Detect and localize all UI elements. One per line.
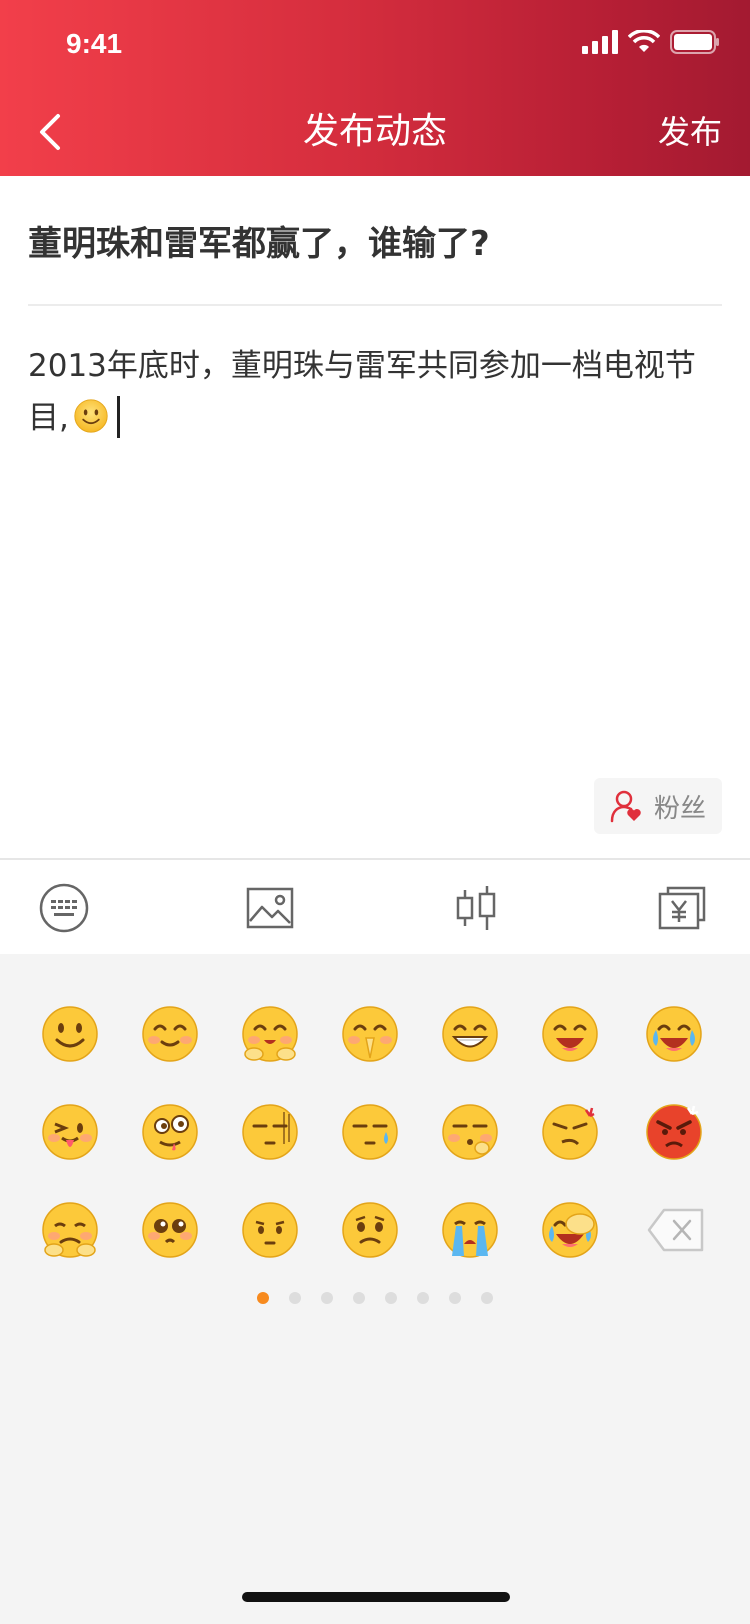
emoji-panel bbox=[0, 954, 750, 1624]
stock-button[interactable] bbox=[446, 880, 506, 936]
page-dot[interactable] bbox=[385, 1292, 397, 1304]
smirk-angry-emoji-icon[interactable] bbox=[540, 1102, 600, 1162]
image-icon bbox=[246, 887, 294, 929]
keyboard-icon bbox=[39, 883, 89, 933]
page-dot[interactable] bbox=[289, 1292, 301, 1304]
angry-emoji-icon[interactable] bbox=[644, 1102, 704, 1162]
post-title-input[interactable]: 董明珠和雷军都赢了，谁输了? bbox=[28, 216, 490, 265]
text-caret bbox=[116, 396, 120, 438]
tongue-wink-emoji-icon[interactable] bbox=[40, 1102, 100, 1162]
status-icons bbox=[582, 29, 720, 58]
pray-emoji-icon[interactable] bbox=[340, 1004, 400, 1064]
page-dot[interactable] bbox=[321, 1292, 333, 1304]
page-dot[interactable] bbox=[353, 1292, 365, 1304]
home-indicator bbox=[242, 1592, 510, 1602]
smile-emoji-icon bbox=[73, 398, 109, 434]
yen-card-icon bbox=[658, 886, 706, 930]
drool-emoji-icon[interactable] bbox=[140, 1102, 200, 1162]
delete-emoji-button[interactable] bbox=[646, 1200, 706, 1260]
facepalm-emoji-icon[interactable] bbox=[540, 1200, 600, 1260]
user-heart-icon bbox=[610, 790, 641, 823]
post-body-text: 2013年底时，董明珠与雷军共同参加一档电视节目, bbox=[28, 348, 696, 436]
reward-button[interactable] bbox=[652, 880, 712, 936]
tears-of-joy-emoji-icon[interactable] bbox=[644, 1004, 704, 1064]
post-body-input[interactable]: 2013年底时，董明珠与雷军共同参加一档电视节目, bbox=[28, 340, 728, 444]
shush-emoji-icon[interactable] bbox=[440, 1102, 500, 1162]
image-button[interactable] bbox=[240, 880, 300, 936]
wifi-icon bbox=[627, 29, 661, 58]
page-dot[interactable] bbox=[481, 1292, 493, 1304]
publish-button[interactable]: 发布 bbox=[658, 104, 722, 160]
laugh-emoji-icon[interactable] bbox=[540, 1004, 600, 1064]
worried-emoji-icon[interactable] bbox=[340, 1200, 400, 1260]
speechless-emoji-icon[interactable] bbox=[240, 1102, 300, 1162]
blush-emoji-icon[interactable] bbox=[140, 1004, 200, 1064]
sweat-emoji-icon[interactable] bbox=[340, 1102, 400, 1162]
fans-visibility-button[interactable]: 粉丝 bbox=[594, 778, 722, 834]
emoji-page-indicator bbox=[0, 1292, 750, 1304]
grin-emoji-icon[interactable] bbox=[440, 1004, 500, 1064]
page-dot[interactable] bbox=[449, 1292, 461, 1304]
hug-emoji-icon[interactable] bbox=[240, 1004, 300, 1064]
cellular-signal-icon bbox=[582, 30, 618, 58]
page-dot[interactable] bbox=[257, 1292, 269, 1304]
sad-emoji-icon[interactable] bbox=[240, 1200, 300, 1260]
page-title: 发布动态 bbox=[302, 111, 447, 152]
fans-label: 粉丝 bbox=[653, 793, 706, 824]
title-divider bbox=[28, 304, 722, 306]
page-dot[interactable] bbox=[417, 1292, 429, 1304]
compose-toolbar bbox=[0, 858, 750, 954]
candlestick-icon bbox=[456, 886, 496, 930]
compose-area: 董明珠和雷军都赢了，谁输了? 2013年底时，董明珠与雷军共同参加一档电视节目,… bbox=[0, 176, 750, 858]
crying-emoji-icon[interactable] bbox=[440, 1200, 500, 1260]
shy-emoji-icon[interactable] bbox=[40, 1200, 100, 1260]
pleading-emoji-icon[interactable] bbox=[140, 1200, 200, 1260]
keyboard-toggle-button[interactable] bbox=[34, 880, 94, 936]
status-time: 9:41 bbox=[66, 28, 123, 59]
smile-emoji-icon[interactable] bbox=[40, 1004, 100, 1064]
battery-icon bbox=[670, 30, 720, 58]
app-header: 9:41 发布动态 发布 bbox=[0, 0, 750, 176]
backspace-icon bbox=[647, 1208, 704, 1252]
